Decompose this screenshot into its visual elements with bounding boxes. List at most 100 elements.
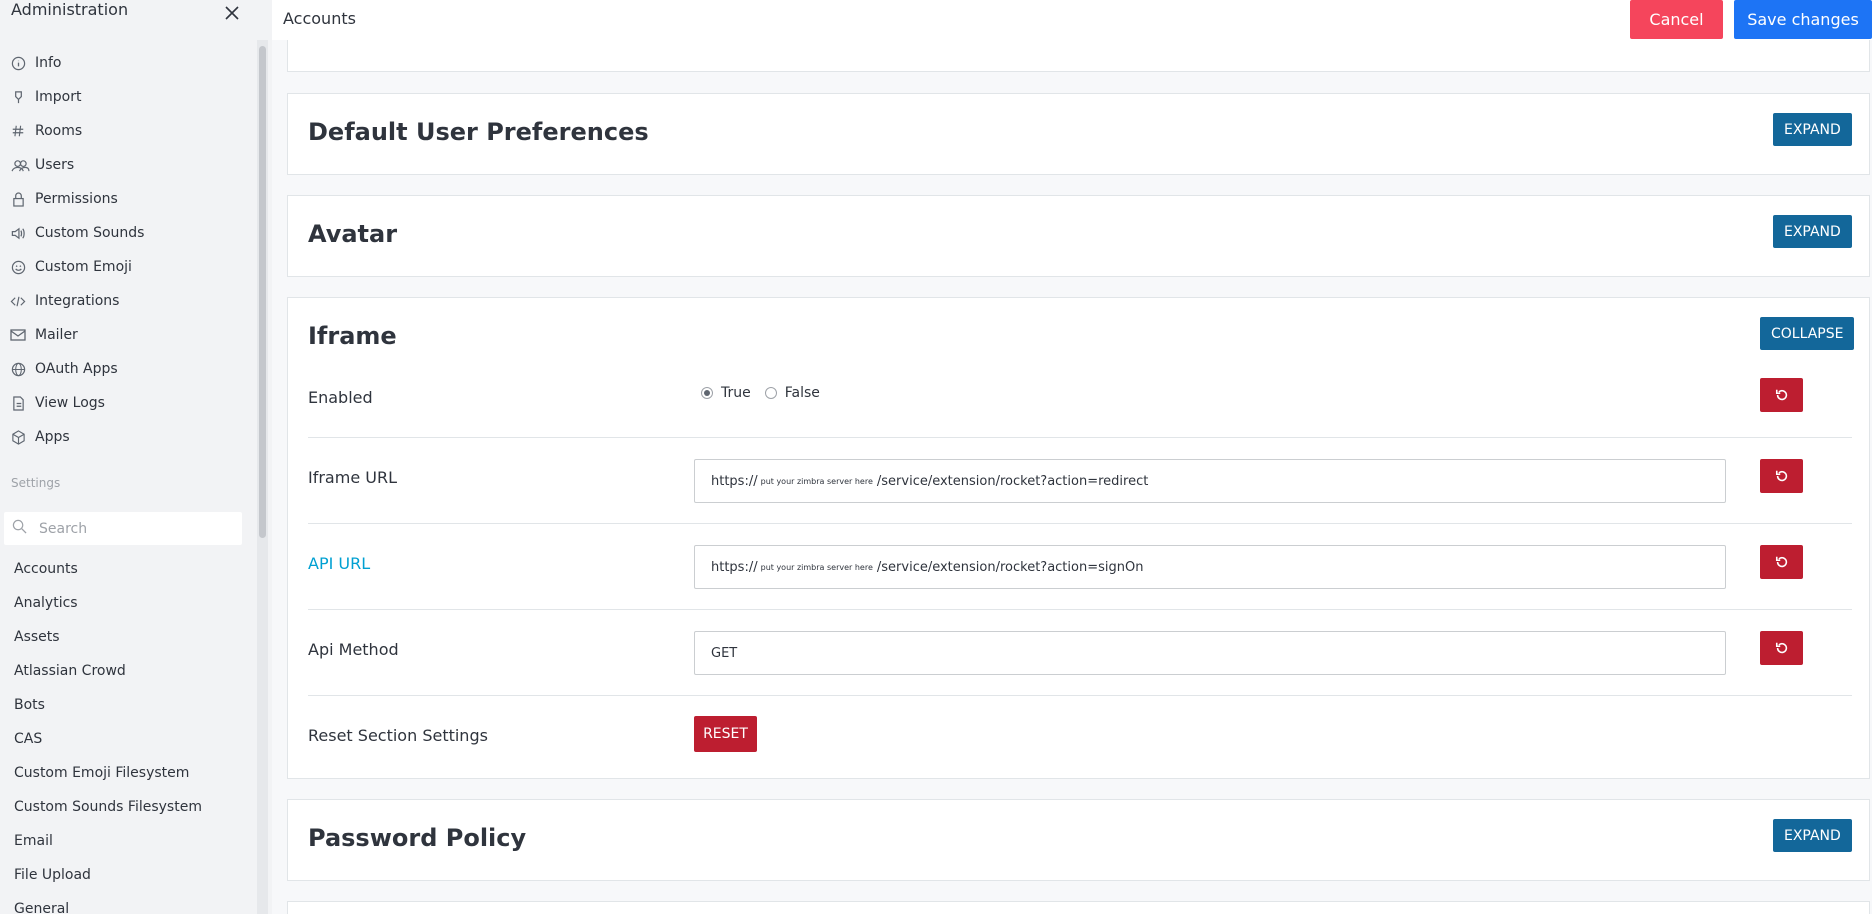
api-method-value: GET bbox=[711, 645, 738, 661]
reset-section-label: Reset Section Settings bbox=[308, 726, 488, 745]
settings-item-custom-emoji-filesystem[interactable]: Custom Emoji Filesystem bbox=[14, 758, 189, 788]
section-title: Avatar bbox=[308, 220, 398, 248]
nav-item-integrations[interactable]: Integrations bbox=[10, 286, 119, 316]
code-icon bbox=[10, 293, 26, 309]
nav-item-permissions[interactable]: Permissions bbox=[10, 184, 118, 214]
nav-label: Permissions bbox=[35, 191, 118, 207]
lock-icon bbox=[10, 191, 26, 207]
nav-item-users[interactable]: Users bbox=[10, 150, 74, 180]
save-changes-button[interactable]: Save changes bbox=[1734, 0, 1872, 39]
nav-item-custom-emoji[interactable]: Custom Emoji bbox=[10, 252, 132, 282]
radio-label-false[interactable]: False bbox=[785, 385, 820, 401]
reset-api-method-button[interactable] bbox=[1760, 631, 1803, 665]
nav-item-custom-sounds[interactable]: Custom Sounds bbox=[10, 218, 144, 248]
url-prefix: https:// bbox=[711, 559, 758, 575]
settings-content: Default User Preferences EXPAND Avatar E… bbox=[272, 40, 1872, 914]
expand-button[interactable]: EXPAND bbox=[1773, 113, 1852, 146]
sidebar-title: Administration bbox=[11, 0, 129, 19]
collapse-button[interactable]: COLLAPSE bbox=[1760, 317, 1855, 350]
settings-search-input[interactable] bbox=[37, 519, 231, 538]
settings-item-accounts[interactable]: Accounts bbox=[14, 554, 78, 584]
nav-item-info[interactable]: Info bbox=[10, 48, 62, 78]
nav-item-oauth-apps[interactable]: OAuth Apps bbox=[10, 354, 118, 384]
url-placeholder-part: put your zimbra server here bbox=[760, 562, 873, 572]
page-title: Accounts bbox=[283, 9, 356, 28]
undo-icon bbox=[1775, 389, 1787, 401]
reset-iframe-url-button[interactable] bbox=[1760, 459, 1803, 493]
url-suffix: /service/extension/rocket?action=redirec… bbox=[876, 473, 1149, 489]
nav-item-mailer[interactable]: Mailer bbox=[10, 320, 78, 350]
url-prefix: https:// bbox=[711, 473, 758, 489]
nav-item-apps[interactable]: Apps bbox=[10, 422, 70, 452]
iframe-url-input[interactable]: https://put your zimbra server here/serv… bbox=[694, 459, 1726, 503]
api-method-label: Api Method bbox=[308, 640, 399, 659]
row-divider bbox=[308, 523, 1852, 524]
url-placeholder-part: put your zimbra server here bbox=[760, 476, 873, 486]
row-divider bbox=[308, 437, 1852, 438]
expand-button[interactable]: EXPAND bbox=[1773, 215, 1852, 248]
enabled-true-radio[interactable] bbox=[701, 387, 713, 399]
settings-item-assets[interactable]: Assets bbox=[14, 622, 60, 652]
users-icon bbox=[10, 157, 30, 173]
settings-item-analytics[interactable]: Analytics bbox=[14, 588, 78, 618]
nav-item-import[interactable]: Import bbox=[10, 82, 81, 112]
cancel-button[interactable]: Cancel bbox=[1630, 0, 1723, 39]
nav-label: Mailer bbox=[35, 327, 78, 343]
radio-label-true[interactable]: True bbox=[721, 385, 751, 401]
section-avatar: Avatar EXPAND bbox=[287, 195, 1870, 277]
settings-search[interactable] bbox=[4, 512, 242, 545]
nav-item-view-logs[interactable]: View Logs bbox=[10, 388, 105, 418]
undo-icon bbox=[1775, 470, 1787, 482]
api-method-input[interactable]: GET bbox=[694, 631, 1726, 675]
sidebar-scrollbar[interactable] bbox=[259, 46, 266, 538]
nav-label: OAuth Apps bbox=[35, 361, 118, 377]
speaker-icon bbox=[10, 225, 26, 241]
document-icon bbox=[10, 395, 26, 411]
next-section-panel bbox=[287, 901, 1870, 914]
expand-button[interactable]: EXPAND bbox=[1773, 819, 1852, 852]
close-icon[interactable] bbox=[221, 2, 243, 24]
settings-item-file-upload[interactable]: File Upload bbox=[14, 860, 91, 890]
previous-section-panel bbox=[287, 40, 1870, 72]
nav-label: Custom Emoji bbox=[35, 259, 132, 275]
settings-item-email[interactable]: Email bbox=[14, 826, 53, 856]
enabled-label: Enabled bbox=[308, 388, 373, 407]
cube-icon bbox=[10, 429, 26, 445]
globe-icon bbox=[10, 361, 26, 377]
settings-item-atlassian-crowd[interactable]: Atlassian Crowd bbox=[14, 656, 126, 686]
hashtag-icon bbox=[10, 123, 26, 139]
search-icon bbox=[12, 519, 27, 538]
section-title: Password Policy bbox=[308, 824, 527, 852]
enabled-false-radio[interactable] bbox=[764, 387, 777, 399]
admin-sidebar: Administration Info Import Rooms Users P… bbox=[0, 0, 272, 914]
reset-section-button[interactable]: RESET bbox=[694, 716, 757, 752]
reset-api-url-button[interactable] bbox=[1760, 545, 1803, 579]
api-url-label[interactable]: API URL bbox=[308, 554, 370, 573]
page-header: Accounts Cancel Save changes bbox=[272, 0, 1872, 40]
row-divider bbox=[308, 609, 1852, 610]
info-icon bbox=[10, 55, 26, 71]
undo-icon bbox=[1775, 642, 1787, 654]
nav-label: Integrations bbox=[35, 293, 120, 309]
section-default-user-preferences: Default User Preferences EXPAND bbox=[287, 93, 1870, 175]
settings-item-custom-sounds-filesystem[interactable]: Custom Sounds Filesystem bbox=[14, 792, 202, 822]
nav-label: View Logs bbox=[35, 395, 105, 411]
main-area: Accounts Cancel Save changes Default Use… bbox=[272, 0, 1872, 914]
section-password-policy: Password Policy EXPAND bbox=[287, 799, 1870, 881]
iframe-url-label: Iframe URL bbox=[308, 468, 397, 487]
nav-item-rooms[interactable]: Rooms bbox=[10, 116, 82, 146]
nav-label: Info bbox=[35, 55, 62, 71]
enabled-radio-group: True False bbox=[701, 385, 834, 401]
settings-item-general[interactable]: General bbox=[14, 894, 69, 914]
nav-label: Custom Sounds bbox=[35, 225, 145, 241]
nav-label: Import bbox=[35, 89, 82, 105]
section-title: Default User Preferences bbox=[308, 118, 649, 146]
settings-item-cas[interactable]: CAS bbox=[14, 724, 42, 754]
mail-icon bbox=[10, 327, 26, 343]
reset-enabled-button[interactable] bbox=[1760, 378, 1803, 412]
emoji-icon bbox=[10, 259, 26, 275]
url-suffix: /service/extension/rocket?action=signOn bbox=[876, 559, 1144, 575]
settings-item-bots[interactable]: Bots bbox=[14, 690, 45, 720]
api-url-input[interactable]: https://put your zimbra server here/serv… bbox=[694, 545, 1726, 589]
nav-label: Users bbox=[35, 157, 75, 173]
